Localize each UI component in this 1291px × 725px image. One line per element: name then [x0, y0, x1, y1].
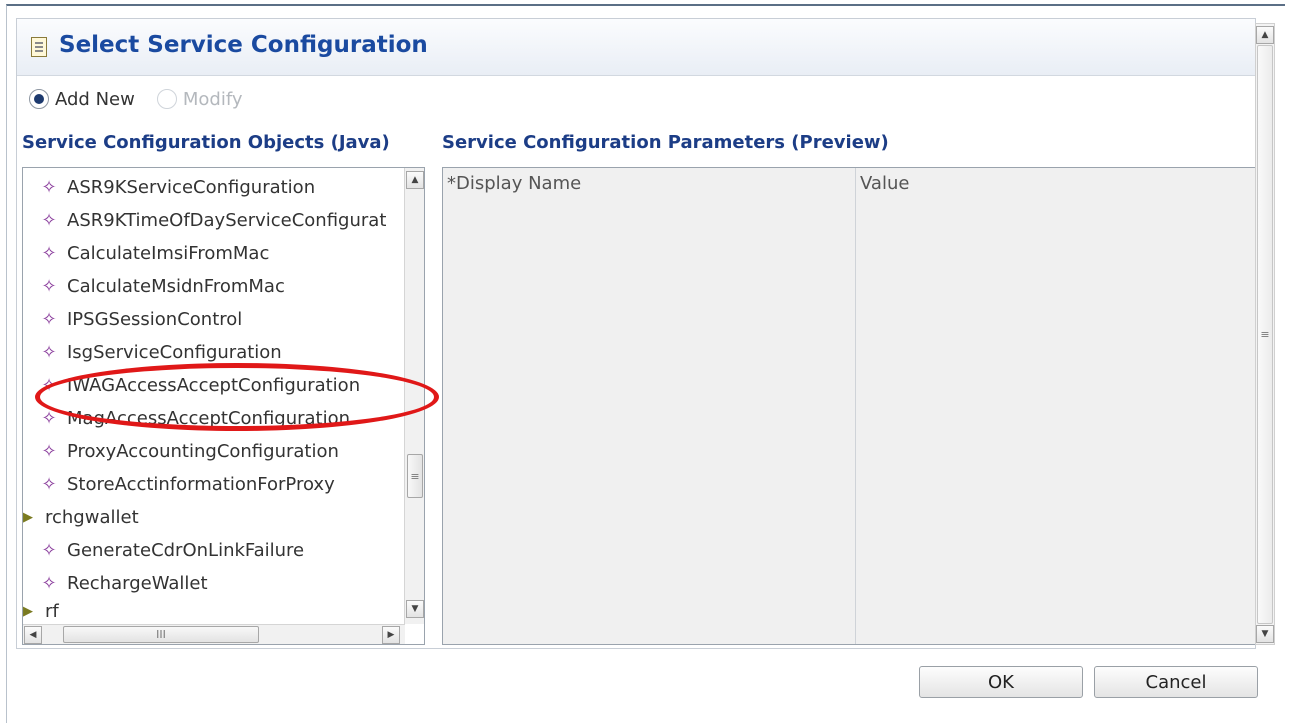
- service-objects-tree[interactable]: ✧ ASR9KServiceConfiguration ✧ ASR9KTimeOfD…: [22, 167, 425, 645]
- column-header-display-name[interactable]: *Display Name: [443, 168, 581, 198]
- leaf-icon: ✧: [41, 440, 57, 462]
- tree-item[interactable]: ✧ ProxyAccountingConfiguration: [37, 438, 338, 464]
- leaf-icon: ✧: [41, 209, 57, 231]
- add-new-radio[interactable]: [29, 89, 49, 109]
- tree-item[interactable]: ✧ IPSGSessionControl: [37, 306, 242, 332]
- leaf-icon: ✧: [41, 374, 57, 396]
- tree-item[interactable]: ✧ IsgServiceConfiguration: [37, 339, 281, 365]
- tree-item[interactable]: ✧ GenerateCdrOnLinkFailure: [37, 537, 304, 563]
- dialog-panel: Select Service Configuration Add New Mod…: [16, 18, 1257, 649]
- scroll-down-icon[interactable]: ▼: [406, 600, 424, 618]
- tree-item[interactable]: ✧ ASR9KServiceConfiguration: [37, 174, 315, 200]
- tree-item-highlighted[interactable]: ✧ IWAGAccessAcceptConfiguration: [37, 372, 360, 398]
- modify-radio: [156, 89, 177, 109]
- tree-item[interactable]: ✧ StoreAcctinformationForProxy: [37, 471, 334, 497]
- scroll-left-icon[interactable]: ◀: [24, 626, 42, 644]
- scroll-right-icon[interactable]: ▶: [382, 626, 400, 644]
- scroll-up-icon[interactable]: ▲: [406, 171, 424, 189]
- column-header-value[interactable]: Value: [856, 168, 909, 198]
- parameters-heading: Service Configuration Parameters (Previe…: [442, 132, 889, 153]
- scroll-up-icon[interactable]: ▲: [1256, 26, 1274, 44]
- ok-button[interactable]: OK: [919, 666, 1083, 698]
- dialog-scroll-thumb[interactable]: ≡: [1257, 45, 1273, 624]
- leaf-icon: ✧: [41, 572, 57, 594]
- scroll-down-icon[interactable]: ▼: [1256, 625, 1274, 643]
- leaf-icon: ✧: [41, 242, 57, 264]
- leaf-icon: ✧: [41, 473, 57, 495]
- tree-item[interactable]: ✧ ASR9KTimeOfDayServiceConfigurat: [37, 207, 386, 233]
- leaf-icon: ✧: [41, 539, 57, 561]
- tree-folder[interactable]: ▶ rchgwallet: [23, 504, 139, 530]
- title-bar: Select Service Configuration: [17, 19, 1255, 76]
- modify-label: Modify: [182, 88, 243, 110]
- leaf-icon: ✧: [41, 275, 57, 297]
- tree-folder[interactable]: ▶ rf: [23, 598, 59, 624]
- tree-item[interactable]: ✧ MagAccessAcceptConfiguration: [37, 405, 350, 431]
- dialog-vertical-scrollbar[interactable]: ▲ ≡ ▼: [1255, 23, 1275, 645]
- cancel-button[interactable]: Cancel: [1094, 666, 1258, 698]
- dialog-title: Select Service Configuration: [59, 32, 428, 58]
- objects-heading: Service Configuration Objects (Java): [22, 132, 390, 153]
- vertical-scroll-thumb[interactable]: ≡: [407, 454, 423, 498]
- radio-selected-dot: [34, 94, 44, 104]
- tree-item[interactable]: ✧ RechargeWallet: [37, 570, 207, 596]
- leaf-icon: ✧: [41, 341, 57, 363]
- add-new-label[interactable]: Add New: [55, 89, 135, 110]
- leaf-icon: ✧: [41, 308, 57, 330]
- leaf-icon: ✧: [41, 176, 57, 198]
- expand-arrow-icon[interactable]: ▶: [23, 604, 35, 619]
- tree-item[interactable]: ✧ CalculateMsidnFromMac: [37, 273, 284, 299]
- select-service-configuration-dialog: Select Service Configuration Add New Mod…: [6, 4, 1285, 723]
- leaf-icon: ✧: [41, 407, 57, 429]
- expand-arrow-icon[interactable]: ▶: [23, 510, 35, 525]
- mode-radio-group: Add New Modify: [29, 86, 265, 112]
- document-icon: [31, 37, 47, 57]
- parameters-preview-table: *Display Name Value: [442, 167, 1257, 645]
- column-divider: [855, 168, 856, 644]
- tree-vertical-scrollbar[interactable]: ▲ ≡ ▼: [404, 168, 424, 624]
- horizontal-scroll-thumb[interactable]: III: [63, 626, 259, 643]
- tree-item[interactable]: ✧ CalculateImsiFromMac: [37, 240, 269, 266]
- tree-horizontal-scrollbar[interactable]: ◀ III ▶: [23, 624, 405, 644]
